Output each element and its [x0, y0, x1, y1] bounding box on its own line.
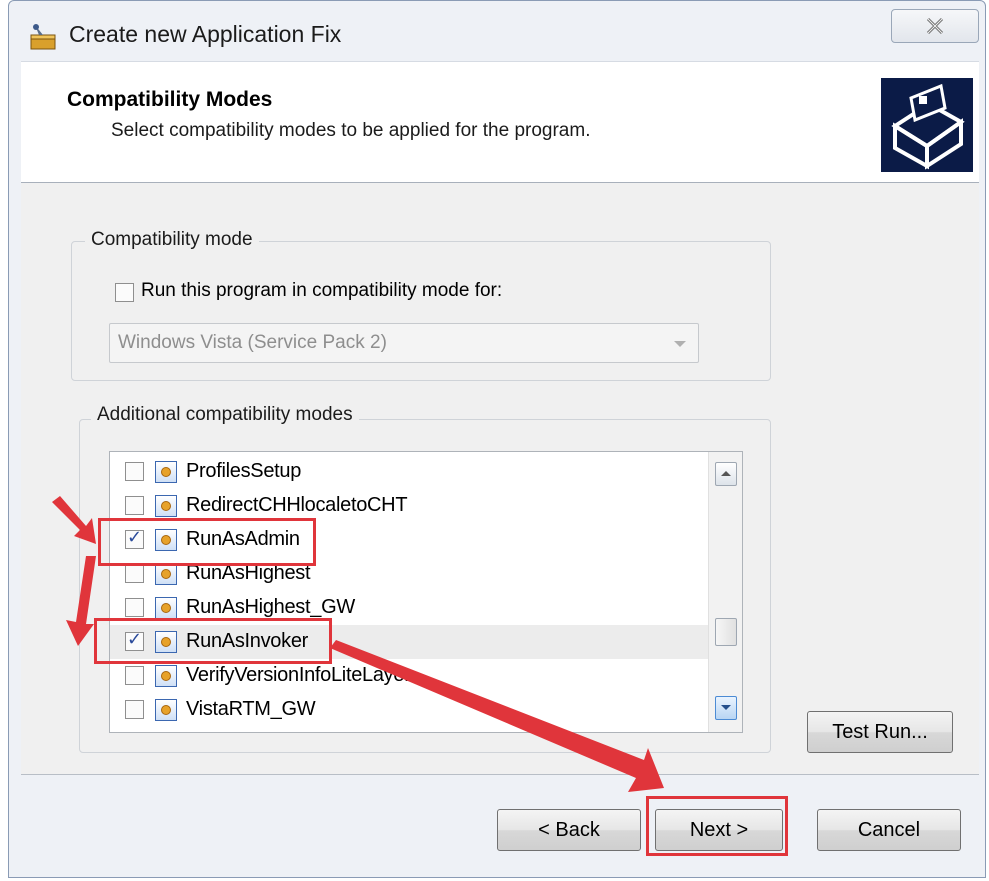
wizard-header: Compatibility Modes Select compatibility…	[21, 61, 979, 183]
compat-layer-icon	[155, 665, 177, 687]
list-item-label: VistaRTM_GW	[186, 698, 316, 720]
application-fix-icon	[30, 24, 56, 50]
list-item[interactable]: RunAsAdmin	[110, 523, 708, 557]
compat-mode-checkbox-label[interactable]: Run this program in compatibility mode f…	[141, 280, 502, 302]
list-item-checkbox[interactable]	[125, 462, 144, 481]
list-item-checkbox[interactable]	[125, 666, 144, 685]
compat-os-dropdown-value: Windows Vista (Service Pack 2)	[118, 332, 387, 353]
wizard-body: Compatibility mode Run this program in c…	[21, 183, 979, 775]
compat-layer-icon	[155, 699, 177, 721]
list-item[interactable]: VerifyVersionInfoLiteLayer	[110, 659, 708, 693]
list-item[interactable]: RunAsInvoker	[110, 625, 708, 659]
compat-modes-list[interactable]: ProfilesSetup RedirectCHHlocaletoCHT Run…	[109, 451, 743, 733]
next-button[interactable]: Next >	[655, 809, 783, 851]
additional-modes-legend: Additional compatibility modes	[91, 404, 359, 426]
list-item[interactable]: RedirectCHHlocaletoCHT	[110, 489, 708, 523]
list-item-label: RunAsHighest	[186, 562, 311, 584]
list-item-label: RunAsInvoker	[186, 630, 309, 652]
title-bar: Create new Application Fix	[9, 1, 985, 61]
compat-layer-icon	[155, 597, 177, 619]
list-item-checkbox[interactable]	[125, 700, 144, 719]
list-item-label: RunAsHighest_GW	[186, 596, 355, 618]
page-subtitle: Select compatibility modes to be applied…	[111, 120, 591, 141]
list-item-checkbox[interactable]	[125, 527, 144, 549]
wizard-header-icon	[881, 78, 973, 172]
list-item-label: ProfilesSetup	[186, 460, 302, 482]
arrow-down-icon	[721, 705, 731, 710]
list-item-label: RunAsAdmin	[186, 528, 300, 550]
dialog-window: Create new Application Fix Compatibility…	[8, 0, 986, 878]
list-item-checkbox[interactable]	[125, 564, 144, 583]
compat-layer-icon	[155, 631, 177, 653]
compat-layer-icon	[155, 495, 177, 517]
list-item-label: VerifyVersionInfoLiteLayer	[186, 664, 411, 686]
compat-layer-icon	[155, 563, 177, 585]
list-item[interactable]: ProfilesSetup	[110, 455, 708, 489]
compat-layer-icon	[155, 529, 177, 551]
compatibility-mode-legend: Compatibility mode	[85, 229, 259, 251]
back-button[interactable]: < Back	[497, 809, 641, 851]
test-run-button[interactable]: Test Run...	[807, 711, 953, 753]
compat-os-dropdown[interactable]: Windows Vista (Service Pack 2)	[109, 323, 699, 363]
list-item[interactable]: VistaRTM_GW	[110, 693, 708, 727]
close-icon	[926, 17, 944, 35]
list-item-checkbox[interactable]	[125, 598, 144, 617]
scroll-down-button[interactable]	[715, 696, 737, 720]
compat-mode-checkbox[interactable]	[115, 283, 134, 302]
scroll-thumb[interactable]	[715, 618, 737, 646]
list-item[interactable]: RunAsHighest	[110, 557, 708, 591]
list-item[interactable]: RunAsHighest_GW	[110, 591, 708, 625]
page-title: Compatibility Modes	[67, 88, 273, 111]
list-item-label: RedirectCHHlocaletoCHT	[186, 494, 408, 516]
list-scrollbar[interactable]	[708, 452, 742, 732]
window-title: Create new Application Fix	[69, 21, 342, 47]
scroll-up-button[interactable]	[715, 462, 737, 486]
arrow-up-icon	[721, 471, 731, 476]
cancel-button[interactable]: Cancel	[817, 809, 961, 851]
list-item-checkbox[interactable]	[125, 629, 144, 651]
compat-layer-icon	[155, 461, 177, 483]
close-button[interactable]	[891, 9, 979, 43]
chevron-down-icon	[674, 341, 686, 347]
list-item-checkbox[interactable]	[125, 496, 144, 515]
